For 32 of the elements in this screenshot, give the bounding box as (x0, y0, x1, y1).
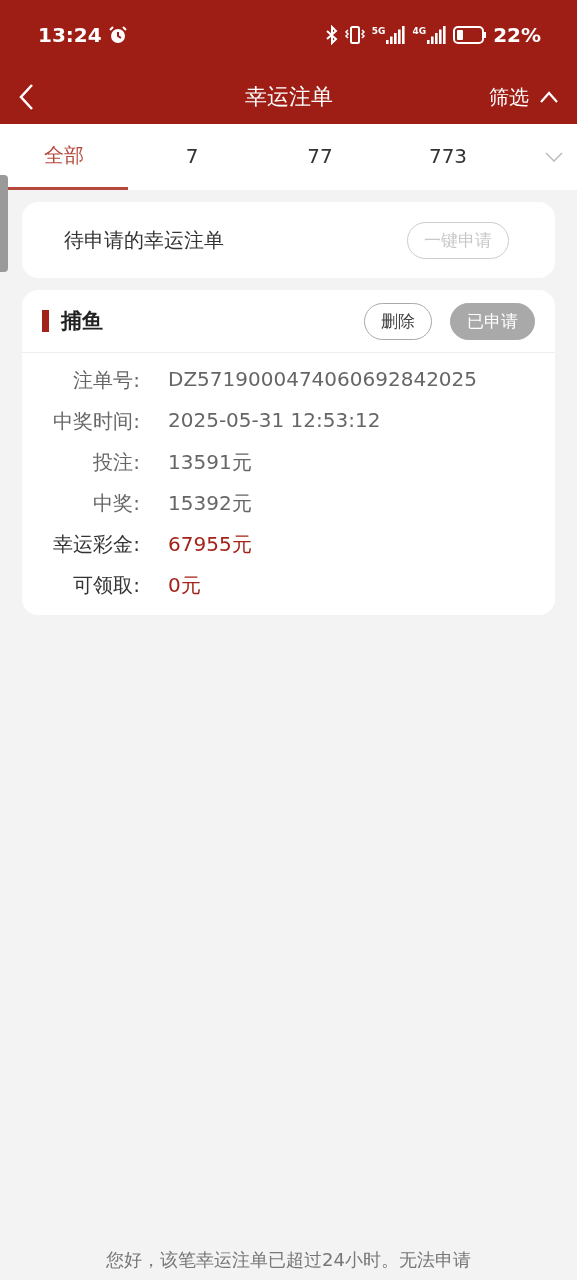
chevron-up-icon (539, 91, 559, 103)
field-label: 可领取: (72, 572, 140, 599)
field-value: 13591元 (168, 449, 253, 476)
field-value: DZ5719000474060692842025 (168, 367, 479, 393)
tab[interactable]: 7 (128, 124, 256, 190)
field-label: 注单号: (72, 367, 140, 394)
page-title: 幸运注单 (244, 84, 333, 109)
pending-label: 待申请的幸运注单 (64, 226, 225, 254)
filter-button[interactable]: 筛选 (489, 83, 559, 111)
battery-icon (453, 26, 488, 44)
field-label: 幸运彩金: (52, 531, 140, 558)
status-time: 13:24 (38, 23, 102, 47)
order-title: 捕鱼 (61, 308, 104, 335)
bluetooth-icon (325, 25, 338, 45)
edge-handle[interactable] (0, 175, 8, 272)
field-value: 0元 (168, 572, 202, 599)
field-value: 2025-05-31 12:53:12 (168, 408, 382, 434)
vibrate-icon (343, 25, 366, 45)
tab[interactable]: 77 (256, 124, 384, 190)
accent-bar (42, 310, 49, 332)
battery-percentage: 22% (493, 23, 541, 47)
field-label: 投注: (92, 449, 140, 476)
chevron-down-icon[interactable] (545, 152, 563, 162)
alarm-icon (107, 25, 128, 45)
footer-notice: 您好，该笔幸运注单已超过24小时。无法申请 (106, 1249, 471, 1270)
delete-button[interactable]: 删除 (364, 302, 432, 340)
field-value: 15392元 (168, 490, 253, 517)
tab[interactable]: 773 (384, 124, 512, 190)
back-icon[interactable] (18, 83, 34, 111)
field-label: 中奖: (92, 490, 140, 517)
field-value: 67955元 (168, 531, 253, 558)
field-label: 中奖时间: (52, 408, 140, 435)
